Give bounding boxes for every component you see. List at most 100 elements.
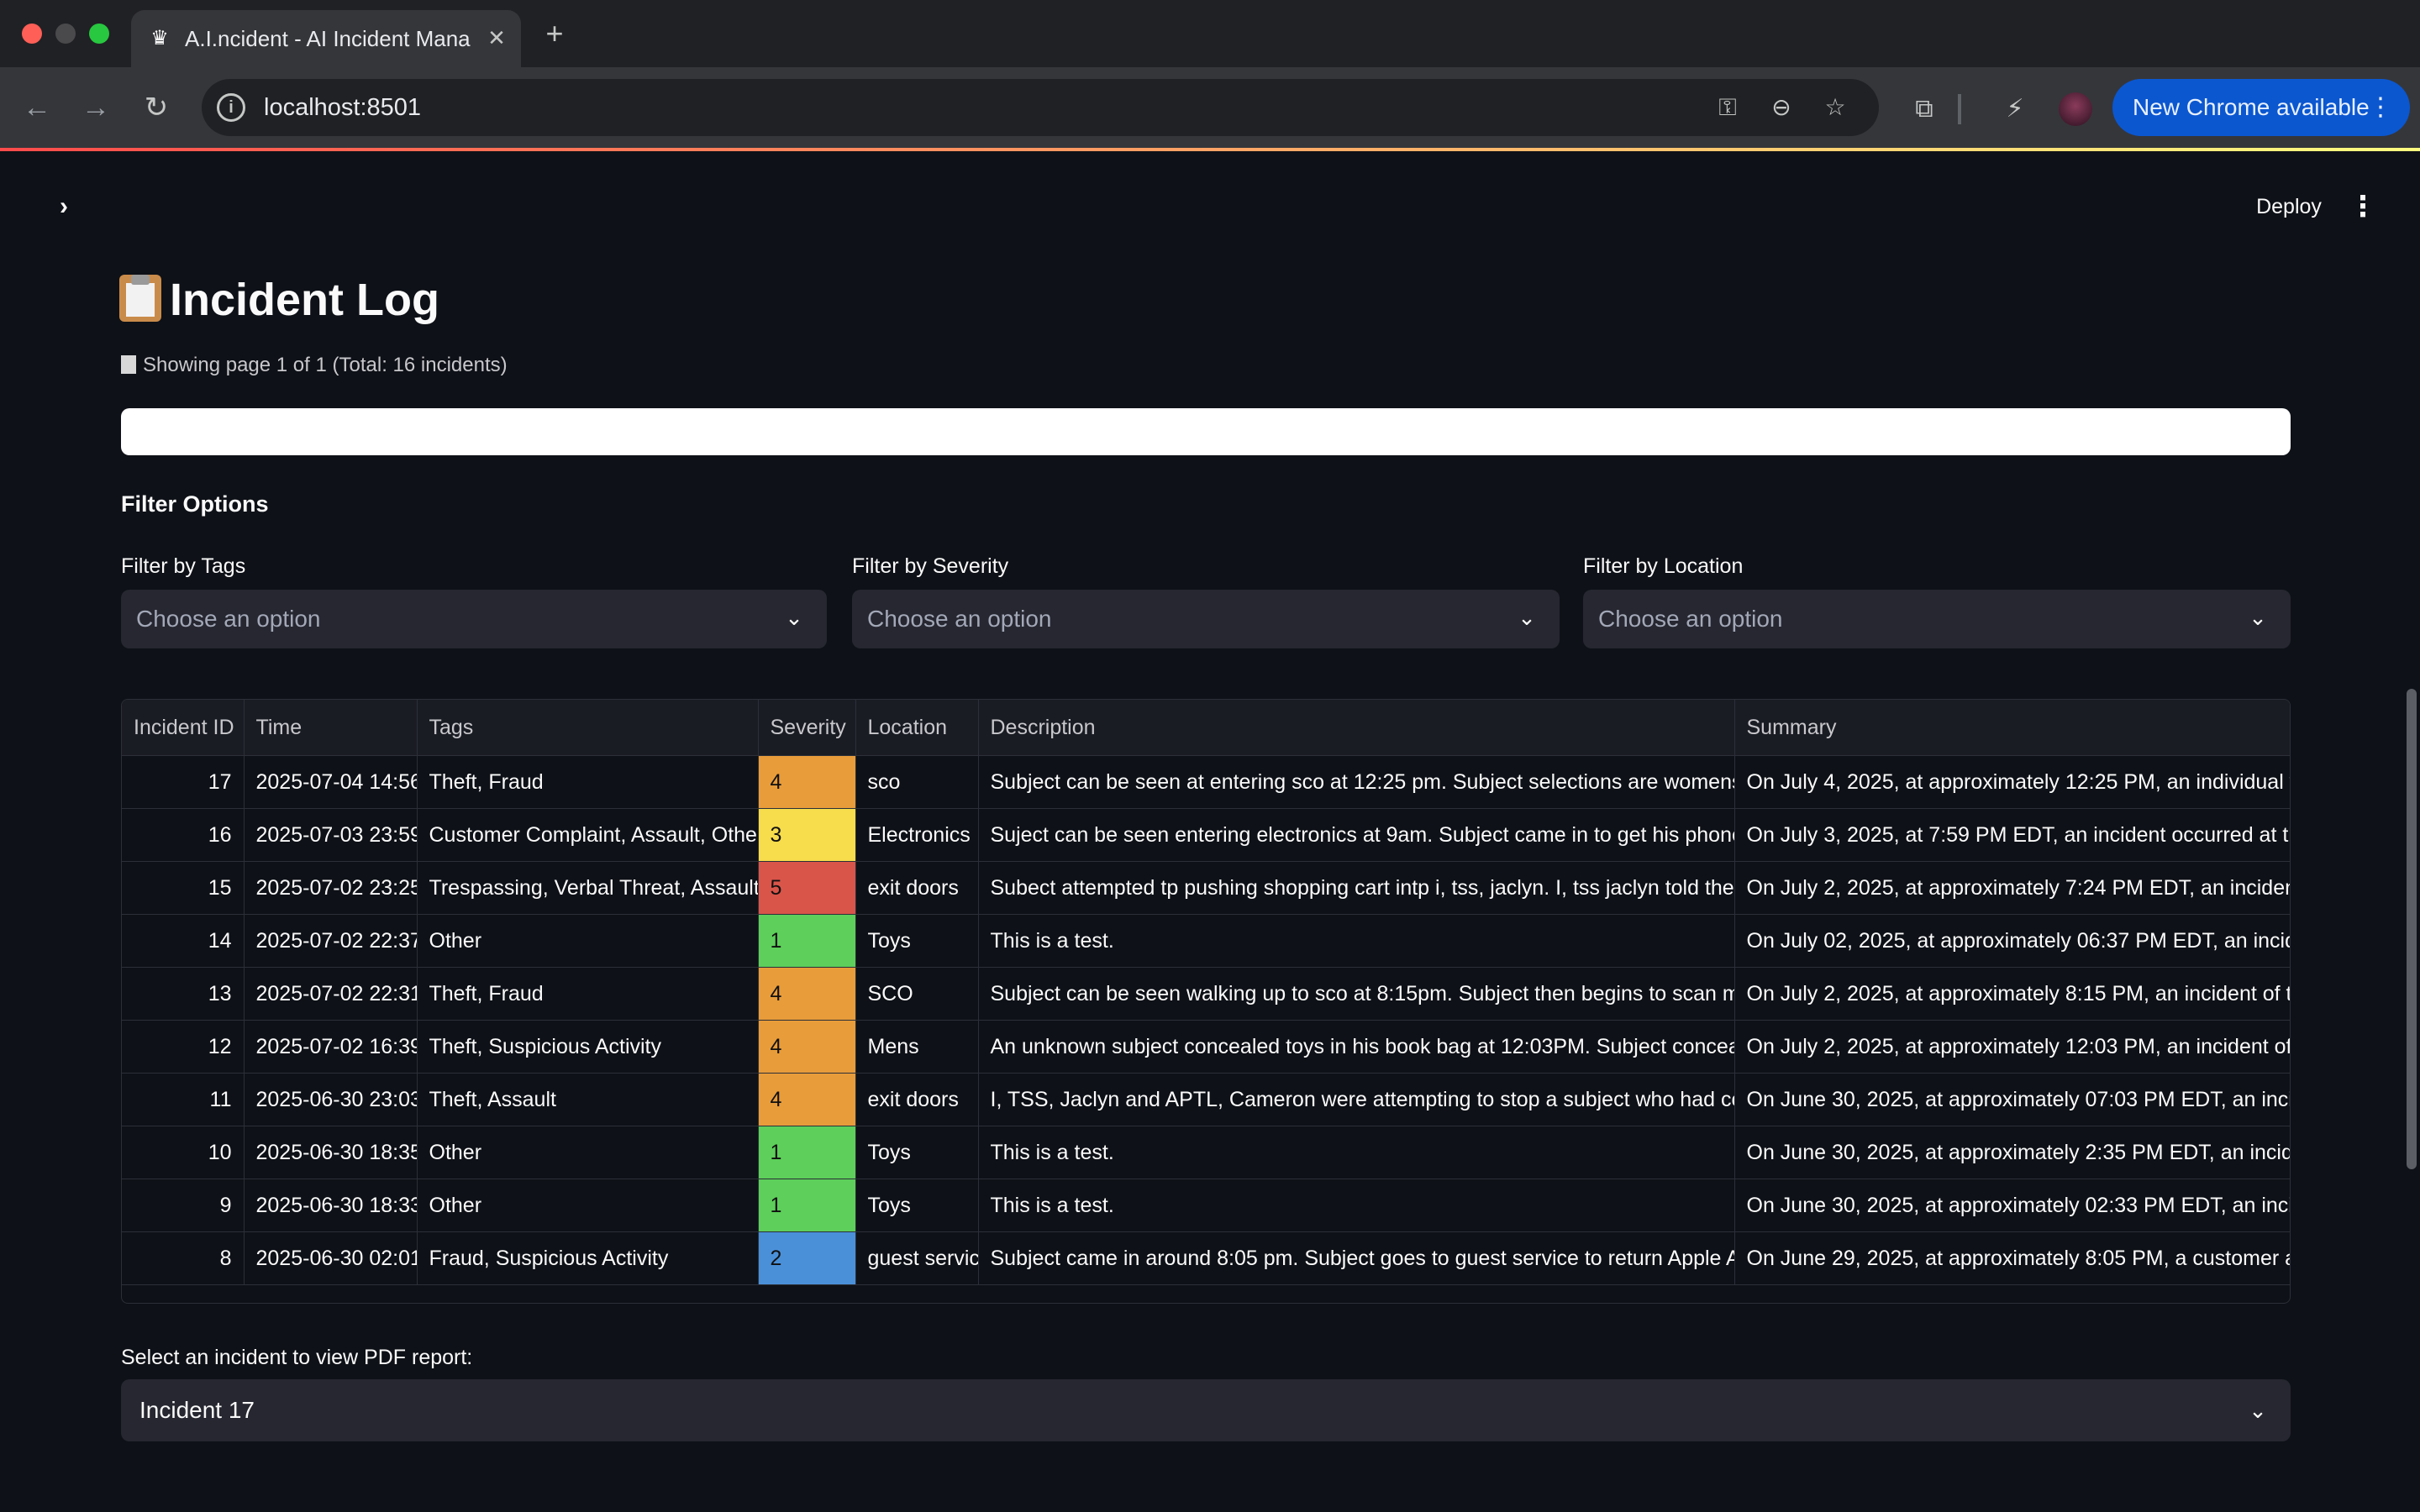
cell-tags[interactable]: Other (417, 1126, 759, 1179)
reload-icon[interactable]: ↻ (138, 89, 175, 126)
cell-summary[interactable]: On July 02, 2025, at approximately 06:37… (1734, 914, 2290, 968)
cell-location[interactable]: SCO (855, 967, 979, 1021)
deploy-button[interactable]: Deploy (2240, 185, 2338, 228)
forward-arrow-icon[interactable]: → (77, 89, 114, 126)
cell-incident-id[interactable]: 12 (122, 1020, 245, 1074)
filter-tags-select[interactable]: Choose an option ⌄ (121, 590, 827, 648)
cell-tags[interactable]: Other (417, 914, 759, 968)
cell-time[interactable]: 2025-06-30 18:33 (244, 1179, 418, 1232)
table-row[interactable]: 12 2025-07-02 16:39 Theft, Suspicious Acti… (122, 1020, 2290, 1074)
table-row[interactable]: 8 2025-06-30 02:01 Fraud, Suspicious Activ… (122, 1231, 2290, 1285)
chevron-right-icon[interactable]: › (49, 192, 79, 222)
password-key-icon[interactable]: ⚿ (1712, 92, 1743, 123)
table-row[interactable]: 17 2025-07-04 14:56 Theft, Fraud 4 sco Subjec… (122, 755, 2290, 809)
new-chrome-available-button[interactable]: New Chrome available ⋮ (2112, 79, 2410, 136)
cell-summary[interactable]: On July 3, 2025, at 7:59 PM EDT, an inci… (1734, 808, 2290, 862)
address-bar[interactable]: i localhost:8501 ⚿ ⊖ ☆ (202, 79, 1879, 136)
cell-time[interactable]: 2025-06-30 18:35 (244, 1126, 418, 1179)
cell-severity[interactable]: 3 (758, 808, 856, 862)
column-header[interactable]: Tags (417, 700, 759, 756)
cell-description[interactable]: This is a test. (978, 1179, 1735, 1232)
cell-location[interactable]: guest service (855, 1231, 979, 1285)
browser-tab[interactable]: ♛ A.I.ncident - AI Incident Mana ✕ (131, 10, 521, 67)
url-text[interactable]: localhost:8501 (264, 94, 421, 121)
cell-summary[interactable]: On July 2, 2025, at approximately 7:24 P… (1734, 861, 2290, 915)
page-scrollbar[interactable] (2407, 689, 2417, 1169)
column-header[interactable]: Incident ID (122, 700, 245, 756)
cell-incident-id[interactable]: 10 (122, 1126, 245, 1179)
cell-summary[interactable]: On July 2, 2025, at approximately 12:03 … (1734, 1020, 2290, 1074)
cell-severity[interactable]: 4 (758, 1020, 856, 1074)
zoom-icon[interactable]: ⊖ (1766, 92, 1797, 123)
back-arrow-icon[interactable]: ← (18, 89, 55, 126)
cell-location[interactable]: Electronics (855, 808, 979, 862)
cell-summary[interactable]: On June 30, 2025, at approximately 02:33… (1734, 1179, 2290, 1232)
filter-severity-select[interactable]: Choose an option ⌄ (852, 590, 1560, 648)
table-row[interactable]: 11 2025-06-30 23:03 Theft, Assault 4 exit do… (122, 1073, 2290, 1126)
cell-summary[interactable]: On July 2, 2025, at approximately 8:15 P… (1734, 967, 2290, 1021)
extension-icon[interactable]: ⚡ (1998, 92, 2032, 126)
table-row[interactable]: 14 2025-07-02 22:37 Other 1 Toys This is a te… (122, 914, 2290, 968)
cell-time[interactable]: 2025-06-30 23:03 (244, 1073, 418, 1126)
table-row[interactable]: 16 2025-07-03 23:59 Customer Complaint, As… (122, 808, 2290, 862)
cell-time[interactable]: 2025-06-30 02:01 (244, 1231, 418, 1285)
cell-severity[interactable]: 1 (758, 914, 856, 968)
cell-description[interactable]: Suject can be seen entering electronics … (978, 808, 1735, 862)
cell-severity[interactable]: 1 (758, 1126, 856, 1179)
cell-incident-id[interactable]: 13 (122, 967, 245, 1021)
cell-incident-id[interactable]: 17 (122, 755, 245, 809)
cell-severity[interactable]: 4 (758, 967, 856, 1021)
cell-incident-id[interactable]: 15 (122, 861, 245, 915)
cell-severity[interactable]: 5 (758, 861, 856, 915)
cell-description[interactable]: This is a test. (978, 1126, 1735, 1179)
cell-location[interactable]: Toys (855, 1179, 979, 1232)
cell-description[interactable]: Subject can be seen at entering sco at 1… (978, 755, 1735, 809)
cell-severity[interactable]: 1 (758, 1179, 856, 1232)
column-header[interactable]: Location (855, 700, 979, 756)
cell-severity[interactable]: 4 (758, 755, 856, 809)
incident-table[interactable]: Incident ID Time Tags Severity Location … (121, 699, 2291, 1304)
table-row[interactable]: 9 2025-06-30 18:33 Other 1 Toys This is a tes… (122, 1179, 2290, 1232)
cell-summary[interactable]: On June 29, 2025, at approximately 8:05 … (1734, 1231, 2290, 1285)
table-row[interactable]: 13 2025-07-02 22:31 Theft, Fraud 4 SCO Subjec… (122, 967, 2290, 1021)
cell-time[interactable]: 2025-07-02 16:39 (244, 1020, 418, 1074)
profile-avatar[interactable] (2059, 92, 2092, 126)
new-tab-icon[interactable]: + (538, 17, 571, 50)
blank-input-box[interactable] (121, 408, 2291, 455)
cell-incident-id[interactable]: 8 (122, 1231, 245, 1285)
cell-location[interactable]: exit doors (855, 861, 979, 915)
window-maximize-button[interactable] (89, 24, 109, 44)
cell-incident-id[interactable]: 11 (122, 1073, 245, 1126)
cell-description[interactable]: I, TSS, Jaclyn and APTL, Cameron were at… (978, 1073, 1735, 1126)
cell-description[interactable]: Subject came in around 8:05 pm. Subject … (978, 1231, 1735, 1285)
cell-description[interactable]: An unknown subject concealed toys in his… (978, 1020, 1735, 1074)
cell-location[interactable]: exit doors (855, 1073, 979, 1126)
cast-search-icon[interactable]: ⧉ (1907, 92, 1941, 126)
column-header[interactable]: Summary (1734, 700, 2290, 756)
cell-description[interactable]: Subect attempted tp pushing shopping car… (978, 861, 1735, 915)
pdf-incident-select[interactable]: Incident 17 ⌄ (121, 1379, 2291, 1441)
window-close-button[interactable] (22, 24, 42, 44)
cell-tags[interactable]: Theft, Assault (417, 1073, 759, 1126)
column-header[interactable]: Description (978, 700, 1735, 756)
more-vertical-icon[interactable]: ⋮ (2368, 79, 2393, 136)
cell-tags[interactable]: Fraud, Suspicious Activity (417, 1231, 759, 1285)
window-minimize-button[interactable] (55, 24, 76, 44)
cell-tags[interactable]: Customer Complaint, Assault, Other (417, 808, 759, 862)
cell-description[interactable]: Subject can be seen walking up to sco at… (978, 967, 1735, 1021)
bookmark-star-icon[interactable]: ☆ (1820, 92, 1850, 123)
cell-time[interactable]: 2025-07-02 22:31 (244, 967, 418, 1021)
cell-time[interactable]: 2025-07-03 23:59 (244, 808, 418, 862)
cell-time[interactable]: 2025-07-02 23:25 (244, 861, 418, 915)
cell-severity[interactable]: 4 (758, 1073, 856, 1126)
cell-incident-id[interactable]: 14 (122, 914, 245, 968)
cell-incident-id[interactable]: 16 (122, 808, 245, 862)
main-menu-icon[interactable]: ⋮ (2348, 186, 2378, 227)
cell-location[interactable]: sco (855, 755, 979, 809)
table-row[interactable]: 15 2025-07-02 23:25 Trespassing, Verbal Th… (122, 861, 2290, 915)
cell-location[interactable]: Mens (855, 1020, 979, 1074)
cell-description[interactable]: This is a test. (978, 914, 1735, 968)
cell-tags[interactable]: Theft, Fraud (417, 755, 759, 809)
cell-tags[interactable]: Other (417, 1179, 759, 1232)
column-header[interactable]: Severity (758, 700, 856, 756)
